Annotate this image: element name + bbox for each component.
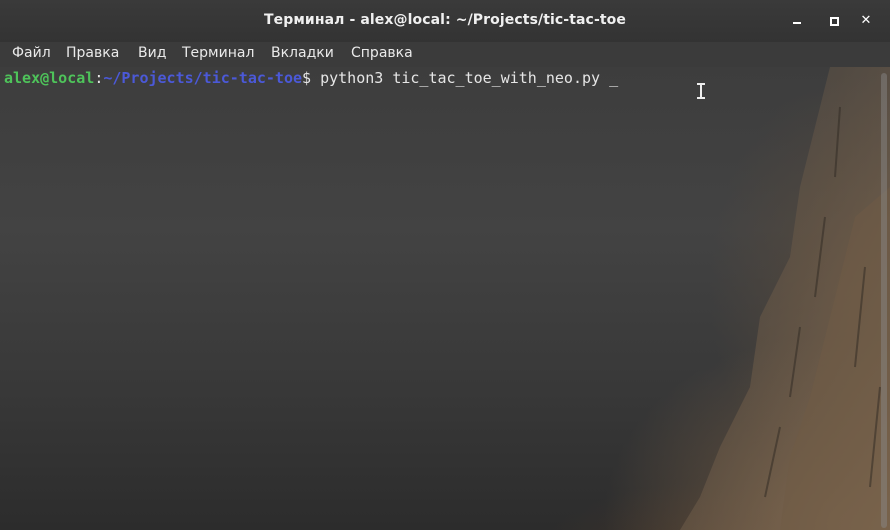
title-bar[interactable]: Терминал - alex@local: ~/Projects/tic-ta… bbox=[0, 0, 890, 42]
scrollbar-thumb[interactable] bbox=[881, 73, 887, 528]
menu-tabs[interactable]: Вкладки bbox=[271, 45, 334, 61]
mouse-ibeam-icon bbox=[697, 83, 705, 99]
minimize-button[interactable] bbox=[786, 10, 808, 32]
command-line[interactable]: alex@local:~/Projects/tic-tac-toe$ pytho… bbox=[4, 69, 618, 87]
maximize-icon bbox=[830, 17, 839, 26]
prompt-symbol: $ bbox=[302, 69, 312, 87]
maximize-button[interactable] bbox=[823, 10, 845, 32]
close-icon: ✕ bbox=[860, 13, 872, 28]
menu-file[interactable]: Файл bbox=[12, 45, 51, 61]
text-cursor: _ bbox=[609, 69, 619, 87]
menu-help[interactable]: Справка bbox=[351, 45, 413, 61]
command-text: python3 tic_tac_toe_with_neo.py bbox=[311, 69, 610, 87]
menu-view[interactable]: Вид bbox=[138, 45, 166, 61]
terminal-output[interactable]: alex@local:~/Projects/tic-tac-toe$ pytho… bbox=[0, 67, 890, 530]
prompt-separator: : bbox=[94, 69, 104, 87]
minimize-icon bbox=[793, 22, 801, 24]
prompt-user-host: alex@local bbox=[4, 69, 95, 87]
prompt-path: ~/Projects/tic-tac-toe bbox=[103, 69, 303, 87]
menu-edit[interactable]: Правка bbox=[66, 45, 119, 61]
terminal-window: Терминал - alex@local: ~/Projects/tic-ta… bbox=[0, 0, 890, 530]
scrollbar[interactable] bbox=[878, 67, 890, 530]
close-button[interactable]: ✕ bbox=[855, 10, 877, 32]
background-wallpaper bbox=[680, 67, 890, 530]
window-title: Терминал - alex@local: ~/Projects/tic-ta… bbox=[264, 12, 626, 28]
menu-terminal[interactable]: Терминал bbox=[182, 45, 254, 61]
menu-bar: Файл Правка Вид Терминал Вкладки Справка bbox=[0, 42, 890, 67]
